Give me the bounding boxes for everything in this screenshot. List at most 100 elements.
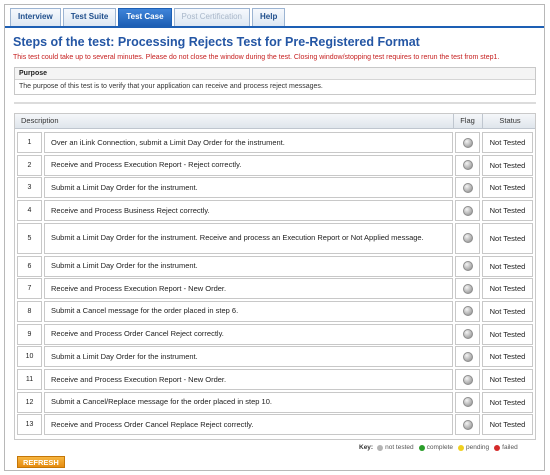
gray-status-dot-icon <box>462 205 473 216</box>
gray-status-dot-icon <box>462 329 473 340</box>
gray-status-dot-icon <box>462 182 473 193</box>
step-flag <box>455 177 480 199</box>
tab-test-case[interactable]: Test Case <box>118 8 172 26</box>
test-case-panel: Interview Test Suite Test Case Post Cert… <box>4 4 545 471</box>
key-label: Key: <box>359 444 374 451</box>
step-number: 7 <box>17 278 42 300</box>
step-number: 6 <box>17 255 42 277</box>
table-row: 2 Receive and Process Execution Report - … <box>15 154 535 176</box>
step-description: Receive and Process Order Cancel Reject … <box>44 323 453 345</box>
step-flag <box>455 346 480 368</box>
gray-status-dot-icon <box>462 351 473 362</box>
tab-interview[interactable]: Interview <box>10 8 61 26</box>
table-row: 7 Receive and Process Execution Report - … <box>15 278 535 300</box>
warning-message: This test could take up to several minut… <box>13 54 500 61</box>
table-row: 4 Receive and Process Business Reject cor… <box>15 200 535 222</box>
table-row: 3 Submit a Limit Day Order for the instru… <box>15 177 535 199</box>
step-number: 3 <box>17 177 42 199</box>
tab-help[interactable]: Help <box>252 8 286 26</box>
table-row: 5 Submit a Limit Day Order for the instru… <box>15 222 535 254</box>
tab-post-certification[interactable]: Post Certification <box>173 8 250 26</box>
step-status: Not Tested <box>482 177 533 199</box>
step-description: Over an iLink Connection, submit a Limit… <box>44 132 453 153</box>
step-status: Not Tested <box>482 154 533 176</box>
key-item-failed: failed <box>494 444 518 451</box>
step-number: 9 <box>17 323 42 345</box>
step-description: Receive and Process Order Cancel Replace… <box>44 414 453 436</box>
key-item-complete: complete <box>418 444 454 451</box>
step-flag <box>455 278 480 300</box>
step-description: Submit a Limit Day Order for the instrum… <box>44 222 453 254</box>
step-description: Receive and Process Execution Report - N… <box>44 369 453 390</box>
step-number: 2 <box>17 154 42 176</box>
step-number: 8 <box>17 300 42 322</box>
table-row: 6 Submit a Limit Day Order for the instru… <box>15 255 535 277</box>
table-row: 9 Receive and Process Order Cancel Reject… <box>15 323 535 345</box>
purpose-box: Purpose The purpose of this test is to v… <box>14 67 536 95</box>
step-number: 4 <box>17 200 42 222</box>
step-flag <box>455 300 480 322</box>
red-dot-icon <box>494 444 501 451</box>
purpose-text: The purpose of this test is to verify th… <box>19 83 323 90</box>
step-number: 13 <box>17 414 42 436</box>
step-number: 10 <box>17 346 42 368</box>
step-flag <box>455 323 480 345</box>
key-item-label: failed <box>502 444 518 451</box>
steps-table: Description Flag Status 1 Over an iLink C… <box>14 113 536 440</box>
section-divider <box>14 102 536 104</box>
table-row: 8 Submit a Cancel message for the order p… <box>15 300 535 322</box>
step-number: 5 <box>17 222 42 254</box>
gray-status-dot-icon <box>462 233 473 244</box>
gray-status-dot-icon <box>462 306 473 317</box>
key-item-label: not tested <box>385 444 414 451</box>
step-status: Not Tested <box>482 255 533 277</box>
table-row: 11 Receive and Process Execution Report -… <box>15 369 535 390</box>
step-description: Submit a Cancel message for the order pl… <box>44 300 453 322</box>
step-flag <box>455 369 480 390</box>
step-status: Not Tested <box>482 132 533 153</box>
header-flag: Flag <box>460 116 475 125</box>
step-description: Submit a Limit Day Order for the instrum… <box>44 177 453 199</box>
step-number: 11 <box>17 369 42 390</box>
key-item-label: complete <box>426 444 454 451</box>
step-flag <box>455 255 480 277</box>
gray-status-dot-icon <box>462 397 473 408</box>
table-row: 12 Submit a Cancel/Replace message for th… <box>15 391 535 413</box>
purpose-heading: Purpose <box>15 68 535 80</box>
page-title: Steps of the test: Processing Rejects Te… <box>13 35 420 49</box>
gray-status-dot-icon <box>462 374 473 385</box>
step-flag <box>455 132 480 153</box>
step-description: Receive and Process Execution Report - R… <box>44 154 453 176</box>
step-flag <box>455 414 480 436</box>
step-description: Submit a Limit Day Order for the instrum… <box>44 346 453 368</box>
step-number: 1 <box>17 132 42 153</box>
gray-status-dot-icon <box>462 419 473 430</box>
step-status: Not Tested <box>482 323 533 345</box>
refresh-button[interactable]: REFRESH <box>17 456 65 468</box>
table-row: 10 Submit a Limit Day Order for the instr… <box>15 346 535 368</box>
step-description: Receive and Process Execution Report - N… <box>44 278 453 300</box>
yellow-dot-icon <box>458 444 465 451</box>
step-flag <box>455 391 480 413</box>
table-row: 13 Receive and Process Order Cancel Repla… <box>15 414 535 436</box>
gray-status-dot-icon <box>462 160 473 171</box>
step-flag <box>455 200 480 222</box>
step-description: Receive and Process Business Reject corr… <box>44 200 453 222</box>
header-divider <box>482 114 483 129</box>
step-flag <box>455 154 480 176</box>
step-status: Not Tested <box>482 200 533 222</box>
tab-underline <box>5 26 544 28</box>
table-row: 1 Over an iLink Connection, submit a Limi… <box>15 132 535 153</box>
gray-dot-icon <box>377 444 384 451</box>
key-item-not-tested: not tested <box>377 444 414 451</box>
gray-status-dot-icon <box>462 283 473 294</box>
gray-status-dot-icon <box>462 261 473 271</box>
step-description: Submit a Cancel/Replace message for the … <box>44 391 453 413</box>
step-flag <box>455 222 480 254</box>
status-key: Key: not tested complete pending failed <box>359 444 523 451</box>
step-status: Not Tested <box>482 300 533 322</box>
header-status: Status <box>499 116 521 125</box>
key-item-label: pending <box>466 444 490 451</box>
step-number: 12 <box>17 391 42 413</box>
tab-test-suite[interactable]: Test Suite <box>62 8 117 26</box>
